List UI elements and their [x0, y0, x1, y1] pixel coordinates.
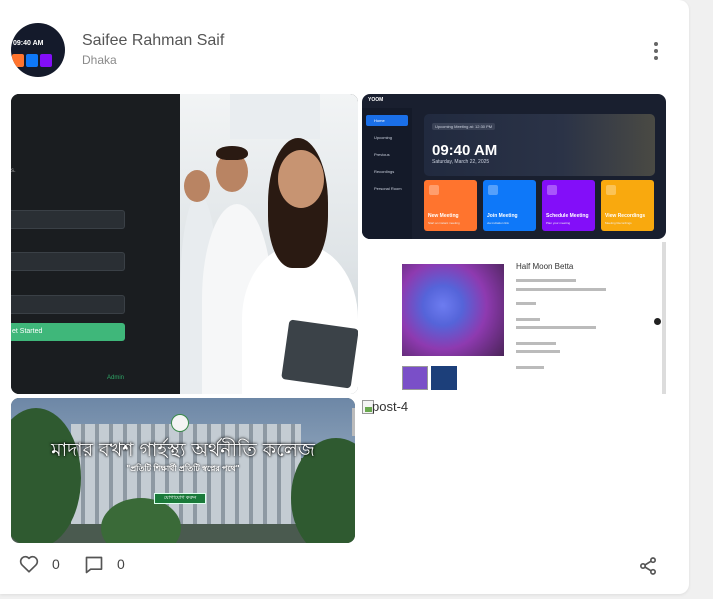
- doctor-hair: [216, 146, 248, 160]
- post-image-3[interactable]: Half Moon Betta: [362, 242, 666, 394]
- text-line: [516, 350, 560, 353]
- like-button[interactable]: [19, 555, 39, 573]
- action-tile: Join Meeting via invitation link: [483, 180, 536, 231]
- nav-item: Home: [366, 115, 408, 126]
- avatar-tile: [40, 54, 52, 67]
- post-image-2[interactable]: YOOM Home Upcoming Previous Recordings P…: [362, 94, 666, 239]
- avatar-tile: [26, 54, 38, 67]
- text-line: [516, 318, 540, 321]
- author-avatar[interactable]: 09:40 AM: [11, 23, 65, 77]
- nav-item: Previous: [374, 152, 390, 157]
- comment-icon: [85, 556, 103, 574]
- login-field: [11, 210, 125, 229]
- login-fragment-text: s.: [11, 168, 16, 174]
- tile-icon: [547, 185, 557, 195]
- get-started-button: et Started: [11, 323, 125, 341]
- tile-subtitle: Start an instant meeting: [428, 221, 460, 225]
- text-line: [516, 342, 556, 345]
- doctor-head: [184, 170, 210, 202]
- tile-title: View Recordings: [605, 213, 646, 219]
- text-line: [516, 302, 536, 305]
- hero-banner: Upcoming Meeting at: 12:30 PM 09:40 AM S…: [424, 114, 655, 176]
- doctors-photo: [180, 94, 358, 394]
- post-image-1[interactable]: s. et Started Admin: [11, 94, 358, 394]
- text-line: [516, 366, 544, 369]
- tile-title: Join Meeting: [487, 213, 518, 219]
- comment-button[interactable]: [84, 555, 104, 575]
- chat-dot: [654, 318, 661, 325]
- product-thumbnail: [402, 366, 428, 390]
- hero-date: Saturday, March 22, 2025: [432, 159, 490, 165]
- action-tile: View Recordings Meeting Recordings: [601, 180, 654, 231]
- author-name[interactable]: Saifee Rahman Saif: [82, 32, 224, 50]
- contact-button: যোগাযোগ করুন: [154, 493, 206, 504]
- product-title: Half Moon Betta: [516, 262, 574, 271]
- upcoming-pill: Upcoming Meeting at: 12:30 PM: [432, 123, 496, 130]
- nav-item: Personal Room: [374, 186, 402, 191]
- tile-icon: [429, 185, 439, 195]
- nav-item: Upcoming: [374, 135, 393, 140]
- tile-subtitle: Plan your meeting: [546, 221, 571, 225]
- scrollbar: [352, 408, 355, 436]
- like-count: 0: [52, 556, 60, 572]
- tile-subtitle: via invitation link: [487, 221, 509, 225]
- tile-title: New Meeting: [428, 213, 459, 219]
- app-sidebar: Home Upcoming Previous Recordings Person…: [362, 108, 412, 239]
- author-location: Dhaka: [82, 53, 117, 67]
- more-options-icon[interactable]: [646, 40, 666, 62]
- tile-icon: [488, 185, 498, 195]
- clipboard: [281, 319, 358, 389]
- image-alt-text: post-4: [372, 399, 409, 414]
- admin-link: Admin: [107, 375, 125, 381]
- text-line: [516, 279, 576, 282]
- login-field: [11, 252, 125, 271]
- avatar-time-text: 09:40 AM: [13, 40, 44, 47]
- hero-time: 09:40 AM: [432, 142, 498, 159]
- scrollbar: [662, 242, 666, 394]
- app-logo: YOOM: [368, 97, 384, 103]
- text-line: [516, 326, 596, 329]
- betta-fish-photo: [402, 264, 504, 356]
- post-image-broken[interactable]: post-4: [362, 398, 462, 418]
- heart-icon: [19, 555, 39, 573]
- tile-title: Schedule Meeting: [546, 213, 589, 219]
- product-thumbnail: [431, 366, 457, 390]
- doctor-head: [278, 150, 324, 208]
- tile-subtitle: Meeting Recordings: [605, 221, 632, 225]
- tile-icon: [606, 185, 616, 195]
- post-image-4[interactable]: মাদার বখশ গার্হস্থ্য অর্থনীতি কলেজ "প্রত…: [11, 398, 355, 543]
- college-tagline: "প্রতিটি শিক্ষার্থী প্রতিটি স্বপ্নের পথে…: [126, 464, 240, 473]
- login-field: [11, 295, 125, 314]
- login-screen-panel: s. et Started Admin: [11, 94, 180, 394]
- product-topbar: [402, 247, 612, 255]
- action-tile: Schedule Meeting Plan your meeting: [542, 180, 595, 231]
- nav-item: Recordings: [374, 169, 395, 174]
- post-card: 09:40 AM Saifee Rahman Saif Dhaka s. et …: [0, 0, 689, 594]
- share-icon: [640, 557, 656, 575]
- text-line: [516, 288, 606, 291]
- action-tile: New Meeting Start an instant meeting: [424, 180, 477, 231]
- college-logo: [171, 414, 189, 432]
- share-button[interactable]: [638, 556, 658, 576]
- comment-count: 0: [117, 556, 125, 572]
- avatar-tile: [12, 54, 24, 67]
